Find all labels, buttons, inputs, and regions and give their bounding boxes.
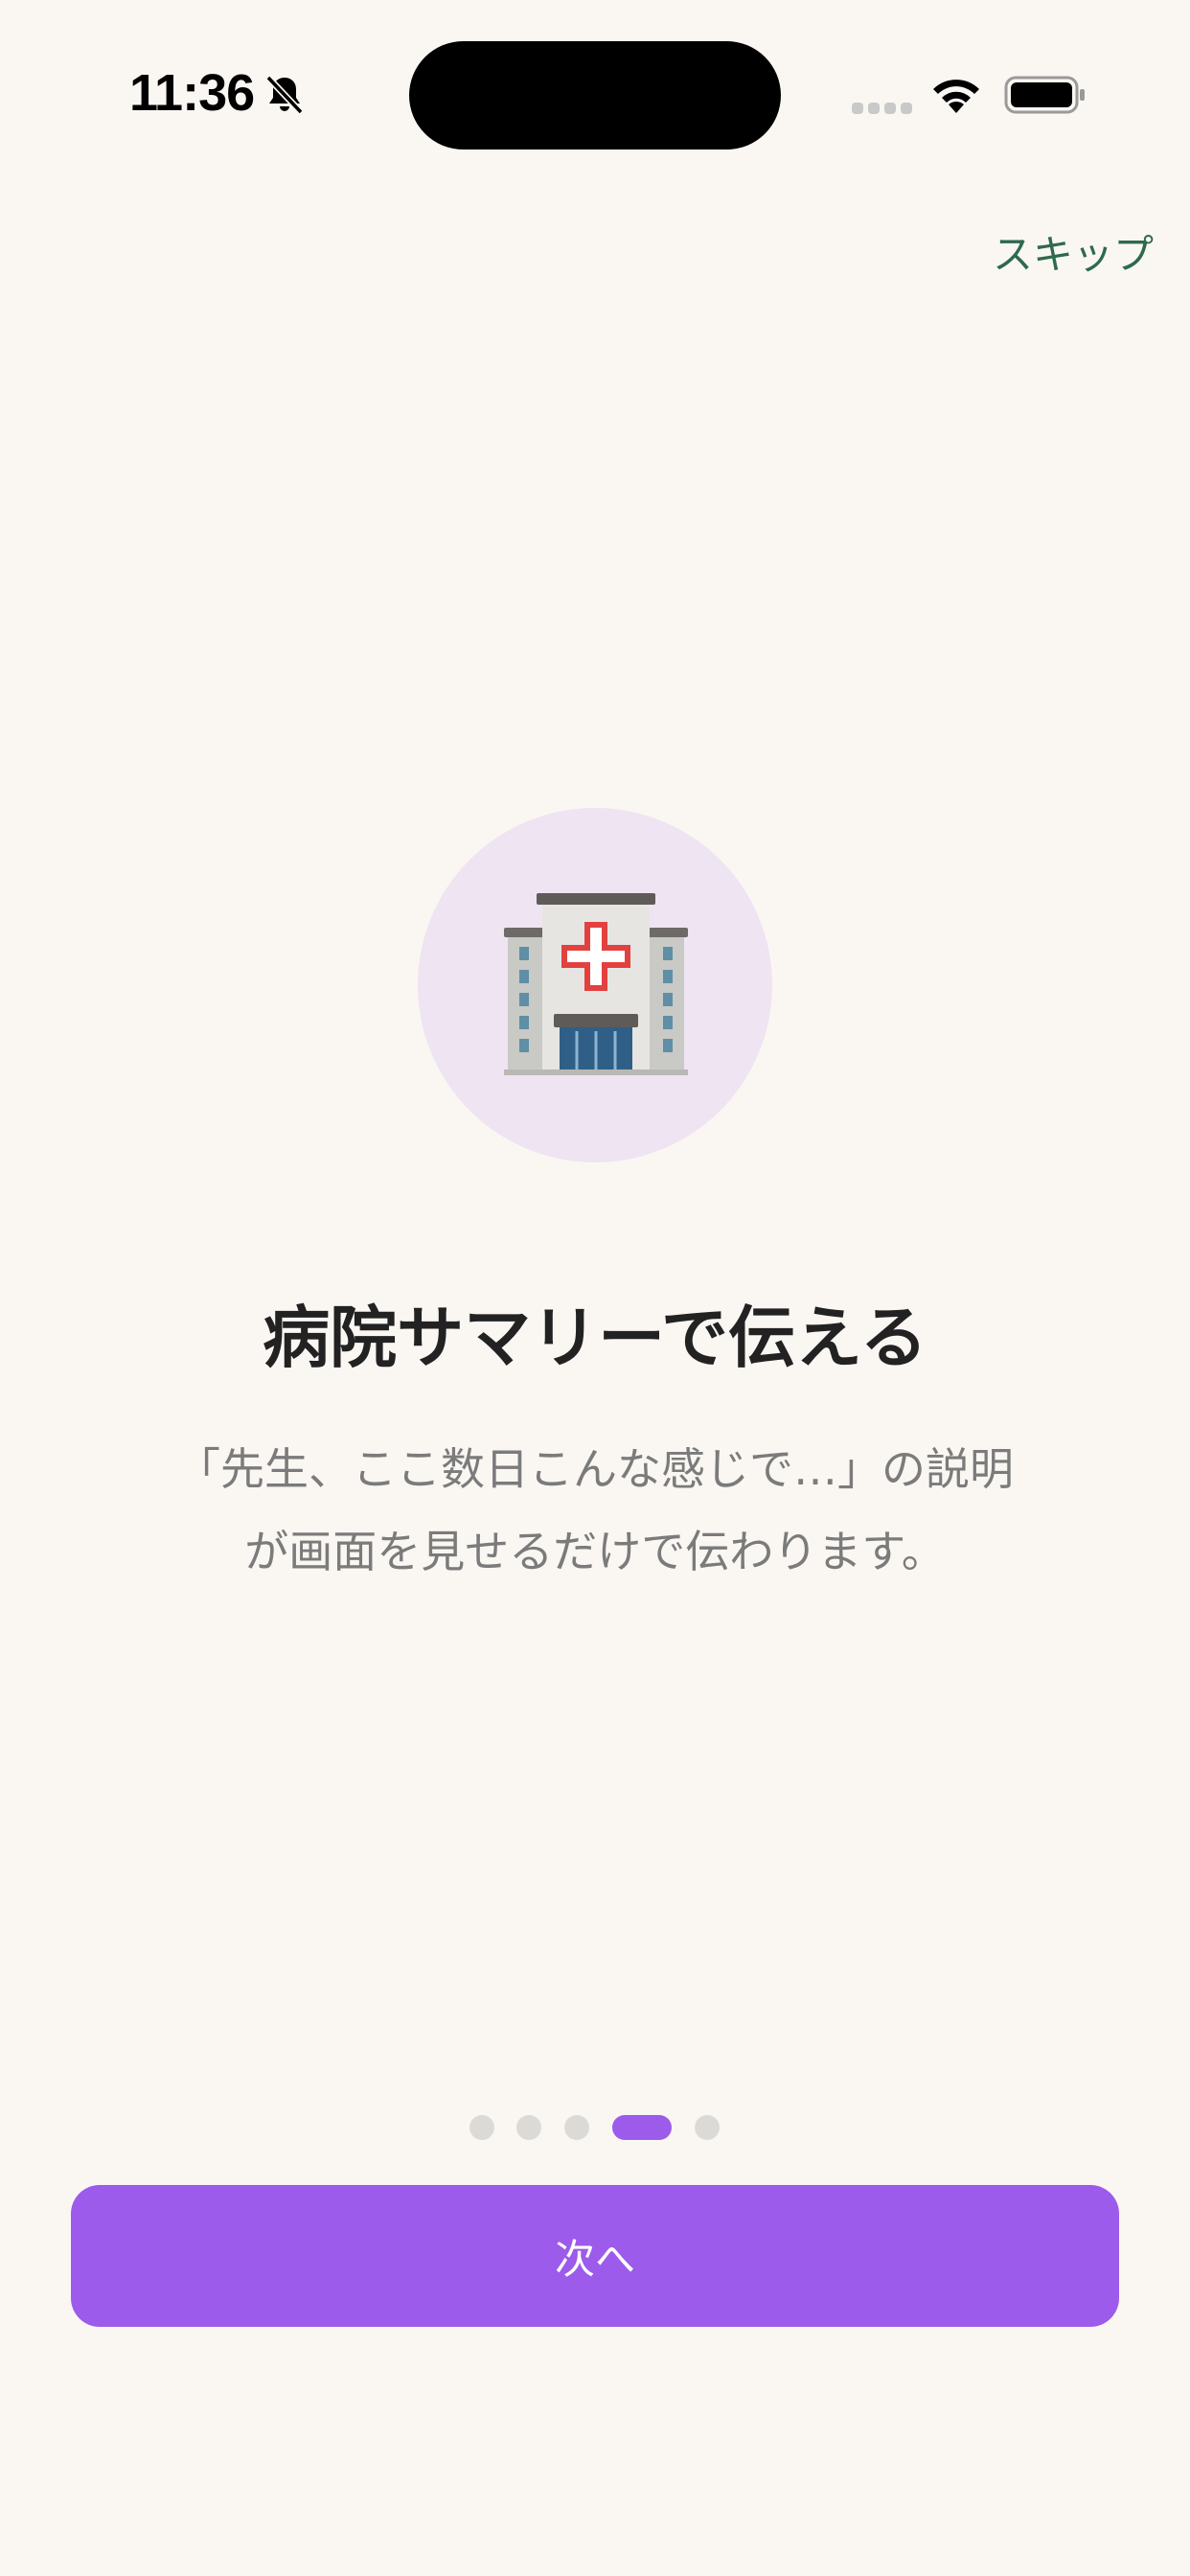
hospital-icon	[504, 893, 688, 1075]
page-indicator	[0, 2115, 1190, 2140]
next-button[interactable]: 次へ	[71, 2185, 1119, 2327]
page-dot-4-active[interactable]	[612, 2115, 672, 2140]
next-button-label: 次へ	[554, 2235, 635, 2283]
dynamic-island	[409, 41, 781, 150]
page-dot-3[interactable]	[564, 2115, 589, 2140]
slide-title: 病院サマリーで伝える	[263, 1299, 927, 1377]
slide-description: 「先生、ここ数日こんな感じで…」の説明 が画面を見せるだけで伝わります。	[125, 1428, 1065, 1593]
page-dot-2[interactable]	[516, 2115, 541, 2140]
wifi-icon	[933, 80, 979, 113]
page-dot-5[interactable]	[695, 2115, 720, 2140]
page-dot-1[interactable]	[469, 2115, 494, 2140]
battery-icon	[1004, 76, 1085, 114]
cellular-signal-icon	[852, 103, 912, 114]
bell-off-icon	[265, 75, 304, 115]
slide-description-line-1: 「先生、ここ数日こんな感じで…」の説明	[176, 1443, 1014, 1495]
status-time: 11:36	[129, 64, 255, 122]
skip-button[interactable]: スキップ	[993, 222, 1154, 281]
slide-description-line-2: が画面を見せるだけで伝わります。	[244, 1526, 946, 1577]
